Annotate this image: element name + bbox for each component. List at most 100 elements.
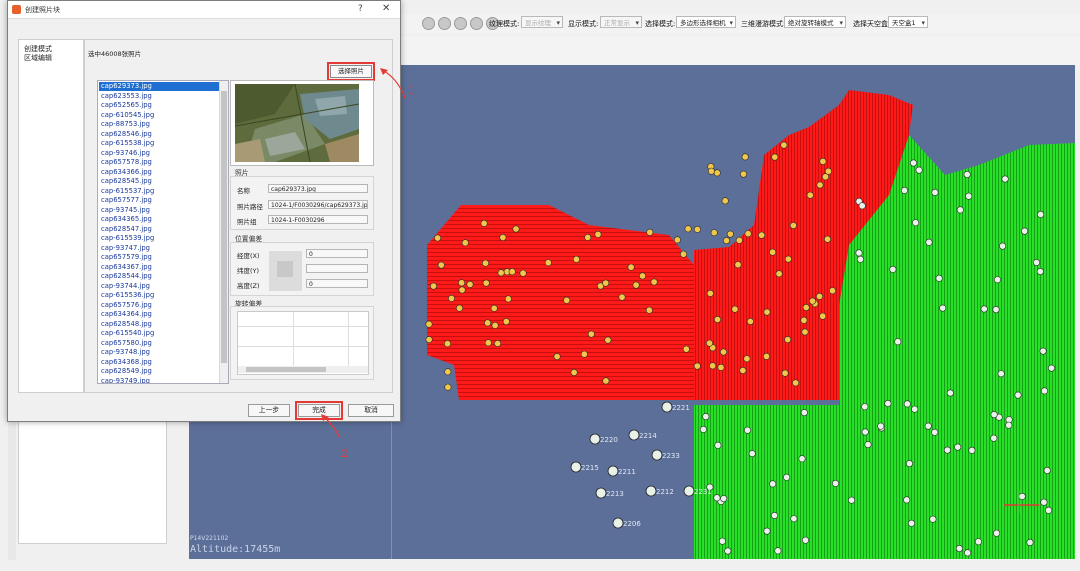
scrollbar-thumb[interactable] (221, 91, 227, 363)
photo-list-item[interactable]: cap-615536.jpg (99, 291, 219, 300)
help-button[interactable]: ? (358, 4, 363, 14)
camera-marker (993, 276, 1001, 284)
photo-list-item[interactable]: cap629373.jpg (99, 82, 219, 91)
camera-marker (466, 280, 474, 288)
camera-marker (775, 270, 783, 278)
photo-list-item[interactable]: cap-610545.jpg (99, 111, 219, 120)
photo-list[interactable]: cap629373.jpg cap623553.jpg cap652565.jpg c… (97, 80, 229, 384)
photo-list-item[interactable]: cap623553.jpg (99, 92, 219, 101)
sky-select[interactable]: 天空盒1 (888, 16, 928, 29)
camera-marker (584, 233, 592, 241)
photo-list-item[interactable]: cap-615537.jpg (99, 187, 219, 196)
camera-point-label: 2211 (618, 468, 636, 476)
camera-marker (925, 238, 933, 246)
photo-list-item[interactable]: cap-93748.jpg (99, 348, 219, 357)
photo-list-item[interactable]: cap628545.jpg (99, 177, 219, 186)
photo-list-item[interactable]: cap-93747.jpg (99, 244, 219, 253)
photo-list-item[interactable]: cap628549.jpg (99, 367, 219, 376)
photo-list-item[interactable]: cap634364.jpg (99, 310, 219, 319)
camera-point-label: 2213 (606, 490, 624, 498)
camera-marker (929, 515, 937, 523)
roam-mode-select[interactable]: 绝对旋转轴模式 (784, 16, 846, 29)
left-strip (8, 420, 16, 560)
camera-marker (1005, 421, 1013, 429)
camera-marker (935, 274, 943, 282)
photo-list-item[interactable]: cap657577.jpg (99, 196, 219, 205)
camera-marker (907, 519, 915, 527)
photo-list-item[interactable]: cap657580.jpg (99, 339, 219, 348)
photo-list-item[interactable]: cap-93744.jpg (99, 282, 219, 291)
photo-list-item[interactable]: cap634368.jpg (99, 358, 219, 367)
nav-item-region-edit[interactable]: 区域编辑 (24, 53, 52, 63)
rotation-table[interactable] (237, 311, 369, 375)
name-label: 名称 (237, 187, 250, 195)
y-field[interactable] (306, 264, 368, 273)
camera-marker (963, 171, 971, 179)
photo-list-item[interactable]: cap628546.jpg (99, 130, 219, 139)
tool-icon[interactable] (438, 17, 451, 30)
camera-marker (455, 304, 463, 312)
photo-list-item[interactable]: cap652565.jpg (99, 101, 219, 110)
camera-marker (458, 279, 466, 287)
camera-marker (964, 549, 972, 557)
prev-step-button[interactable]: 上一步 (248, 404, 290, 417)
camera-marker (490, 304, 498, 312)
photo-list-item[interactable]: cap-93749.jpg (99, 377, 219, 384)
close-button[interactable]: ✕ (382, 3, 390, 14)
photo-list-item[interactable]: cap-615538.jpg (99, 139, 219, 148)
tool-icon[interactable] (422, 17, 435, 30)
rotation-table-scrollbar[interactable] (238, 366, 368, 373)
camera-marker (1040, 387, 1048, 395)
finish-button[interactable]: 完成 (295, 401, 343, 420)
x-field[interactable]: 0 (306, 249, 368, 258)
select-mode-select[interactable]: 多边形选择相机 (676, 16, 736, 29)
camera-marker (864, 441, 872, 449)
floating-camera-point (570, 461, 582, 473)
camera-marker (1036, 268, 1044, 276)
camera-marker (763, 527, 771, 535)
photo-list-item[interactable]: cap628547.jpg (99, 225, 219, 234)
camera-marker (706, 289, 714, 297)
z-field[interactable]: 0 (306, 279, 368, 288)
camera-marker (430, 282, 438, 290)
camera-marker (993, 529, 1001, 537)
camera-marker (856, 255, 864, 263)
camera-marker (877, 422, 885, 430)
camera-marker (447, 294, 455, 302)
photo-list-item[interactable]: cap634366.jpg (99, 168, 219, 177)
camera-marker (502, 318, 510, 326)
photo-list-item[interactable]: cap628544.jpg (99, 272, 219, 281)
camera-marker (724, 547, 732, 555)
photo-list-item[interactable]: cap657578.jpg (99, 158, 219, 167)
camera-marker (774, 547, 782, 555)
photo-list-item[interactable]: cap-88753.jpg (99, 120, 219, 129)
group-field[interactable]: 1024-1-F0030296 (268, 215, 368, 224)
photo-list-item[interactable]: cap-615539.jpg (99, 234, 219, 243)
photo-list-item[interactable]: cap634365.jpg (99, 215, 219, 224)
camera-marker (682, 345, 690, 353)
camera-marker (956, 206, 964, 214)
photo-list-scrollbar[interactable] (219, 81, 228, 383)
select-photo-button[interactable]: 选择照片 (327, 62, 375, 81)
photo-list-item[interactable]: cap634367.jpg (99, 263, 219, 272)
tool-icon[interactable] (454, 17, 467, 30)
photo-list-item[interactable]: cap657576.jpg (99, 301, 219, 310)
photo-list-item[interactable]: cap-615540.jpg (99, 329, 219, 338)
photo-list-item[interactable]: cap-93745.jpg (99, 206, 219, 215)
cancel-button[interactable]: 取消 (348, 404, 394, 417)
dialog-title-bar[interactable]: 创建照片块 ? ✕ (8, 1, 400, 19)
camera-marker (638, 272, 646, 280)
tool-icon[interactable] (470, 17, 483, 30)
photo-list-item[interactable]: cap657579.jpg (99, 253, 219, 262)
photo-list-item[interactable]: cap628548.jpg (99, 320, 219, 329)
camera-marker (1037, 210, 1045, 218)
camera-marker (444, 383, 452, 391)
display-mode-select[interactable]: 正常显示 (600, 16, 642, 29)
project-panel[interactable] (18, 420, 167, 544)
name-field[interactable]: cap629373.jpg (268, 184, 368, 193)
camera-point-label: 2212 (656, 488, 674, 496)
photo-list-item[interactable]: cap-93746.jpg (99, 149, 219, 158)
texture-mode-select[interactable]: 显示纹理 (521, 16, 563, 29)
path-field[interactable]: 1024-1/F0030296/cap629373.jpg (268, 200, 368, 209)
camera-marker (1014, 391, 1022, 399)
